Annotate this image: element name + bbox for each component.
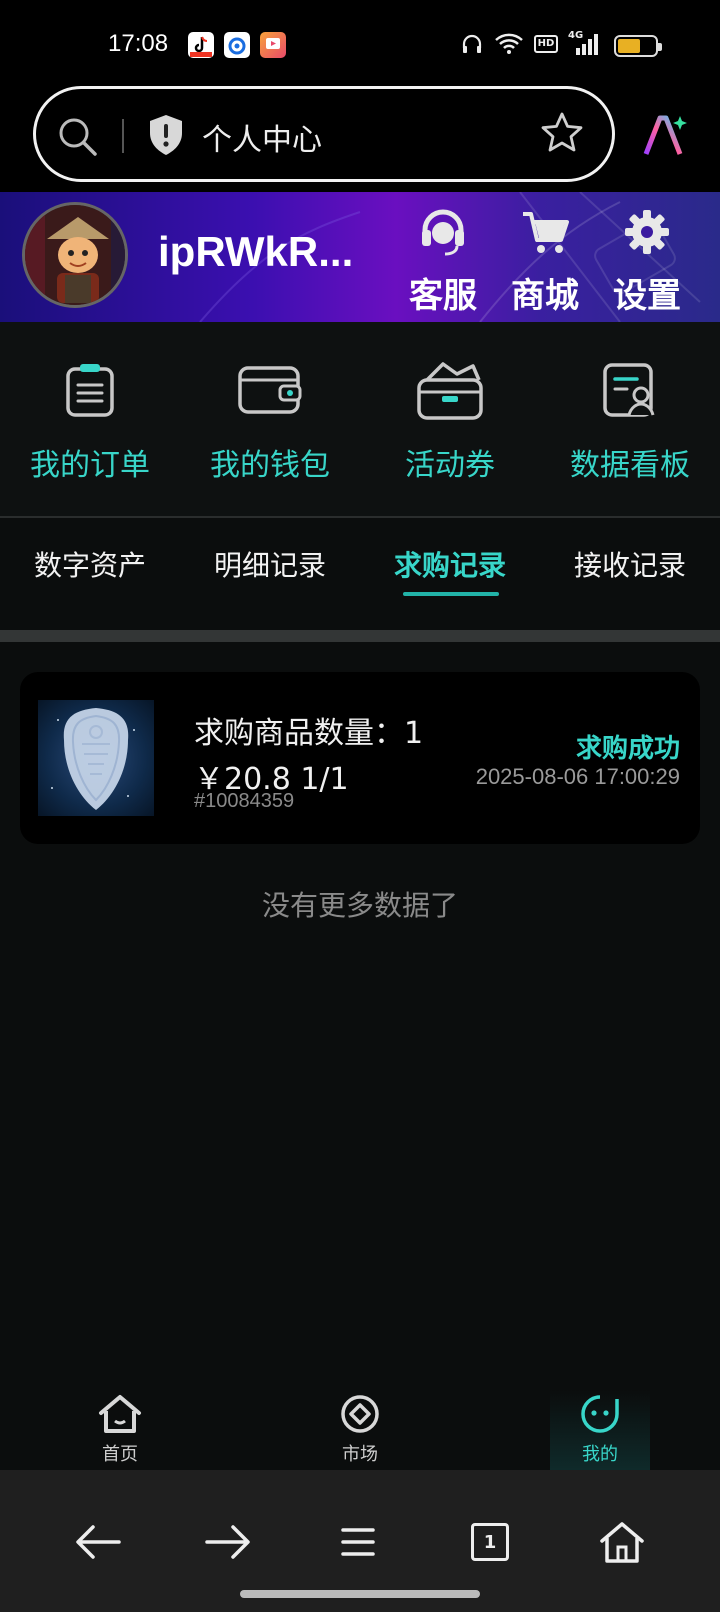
cart-icon — [523, 212, 569, 253]
browser-home-button[interactable] — [590, 1510, 654, 1574]
coupon-icon — [417, 362, 483, 420]
data-board-button[interactable]: 数据看板 — [540, 358, 720, 484]
nav-market[interactable]: 市场 — [310, 1390, 410, 1470]
tab-received-records[interactable]: 接收记录 — [540, 544, 720, 584]
address-bar[interactable]: 个人中心 — [33, 86, 615, 182]
browser-toolbar: 1 — [0, 1470, 720, 1612]
battery-icon — [614, 35, 662, 57]
status-bar: 17:08 HD 4G — [0, 0, 720, 80]
data-board-icon — [603, 363, 655, 417]
app-video-icon — [260, 32, 286, 58]
clipboard-icon — [66, 364, 114, 417]
menu-button[interactable] — [326, 1510, 390, 1574]
tabs-icon: 1 — [471, 1523, 509, 1561]
address-title: 个人中心 — [202, 123, 322, 158]
tab-digital-assets[interactable]: 数字资产 — [0, 544, 180, 584]
gear-icon — [625, 210, 669, 254]
nav-market-label: 市场 — [342, 1444, 378, 1465]
coupons-label: 活动券 — [405, 448, 495, 483]
home-icon — [99, 1395, 141, 1433]
search-icon[interactable] — [56, 115, 100, 159]
forward-button[interactable] — [196, 1510, 260, 1574]
mall-button[interactable]: 商城 — [500, 204, 590, 317]
menu-icon — [341, 1528, 375, 1556]
home-icon — [600, 1522, 644, 1563]
nav-home[interactable]: 首页 — [70, 1390, 170, 1470]
nav-home-label: 首页 — [102, 1444, 138, 1465]
status-badge: 求购成功 — [575, 734, 680, 764]
quick-actions: 我的订单 我的钱包 活动券 数据看板 — [0, 322, 720, 518]
headphones-icon — [462, 34, 482, 53]
record-datetime: 2025-08-06 17:00:29 — [475, 764, 680, 789]
star-icon[interactable] — [540, 111, 584, 155]
my-wallet-label: 我的钱包 — [210, 448, 330, 483]
username: ipRWkR... — [158, 228, 354, 275]
active-tab-indicator — [403, 592, 499, 596]
system-icons: HD 4G — [460, 30, 600, 56]
data-board-label: 数据看板 — [570, 448, 690, 483]
settings-label: 设置 — [613, 276, 681, 316]
my-orders-label: 我的订单 — [30, 448, 150, 483]
app-bottom-nav: 首页 市场 我的 — [0, 1390, 720, 1470]
avatar[interactable] — [22, 202, 128, 308]
app-blue-icon — [224, 32, 250, 58]
coupons-button[interactable]: 活动券 — [360, 358, 540, 484]
profile-header: ipRWkR... 客服 商城 设置 — [0, 192, 720, 322]
tab-purchase-requests[interactable]: 求购记录 — [360, 544, 540, 584]
notification-icons — [188, 32, 286, 58]
tab-detail-records[interactable]: 明细记录 — [180, 544, 360, 584]
market-icon — [341, 1395, 379, 1433]
headset-icon — [422, 209, 464, 256]
section-divider — [0, 630, 720, 642]
shield-icon[interactable] — [146, 113, 186, 157]
purchase-quantity-value: 1 — [404, 716, 424, 751]
purchase-record-card[interactable]: 求购商品数量：1 ￥20.8 1/1 #10084359 求购成功 2025-0… — [20, 672, 700, 844]
back-arrow-icon — [76, 1525, 121, 1559]
wallet-icon — [238, 366, 302, 414]
purchase-quantity: 求购商品数量：1 — [194, 708, 423, 752]
signal-4g-icon: 4G — [568, 30, 600, 56]
status-time: 17:08 — [108, 30, 169, 57]
my-orders-button[interactable]: 我的订单 — [0, 358, 180, 484]
purchase-quantity-label: 求购商品数量： — [194, 716, 404, 751]
tabs-button[interactable]: 1 — [458, 1510, 522, 1574]
tiktok-icon — [188, 32, 214, 58]
no-more-data-text: 没有更多数据了 — [261, 889, 458, 922]
product-thumbnail — [38, 700, 154, 816]
back-button[interactable] — [66, 1510, 130, 1574]
record-tabs: 数字资产 明细记录 求购记录 接收记录 — [0, 518, 720, 630]
ai-assistant-icon[interactable] — [642, 112, 690, 158]
nav-mine-label: 我的 — [582, 1444, 618, 1465]
browser-address-row: 个人中心 — [0, 80, 720, 192]
home-indicator[interactable] — [240, 1590, 480, 1598]
mall-label: 商城 — [511, 276, 579, 316]
settings-button[interactable]: 设置 — [602, 204, 692, 317]
my-wallet-button[interactable]: 我的钱包 — [180, 358, 360, 484]
forward-arrow-icon — [205, 1525, 250, 1559]
nav-mine[interactable]: 我的 — [550, 1390, 650, 1470]
customer-service-label: 客服 — [409, 276, 477, 316]
profile-face-icon — [581, 1395, 619, 1433]
record-code: #10084359 — [194, 790, 295, 812]
address-divider — [122, 119, 124, 153]
hd-icon: HD — [534, 35, 558, 53]
customer-service-button[interactable]: 客服 — [398, 204, 488, 317]
wifi-icon — [495, 33, 523, 54]
